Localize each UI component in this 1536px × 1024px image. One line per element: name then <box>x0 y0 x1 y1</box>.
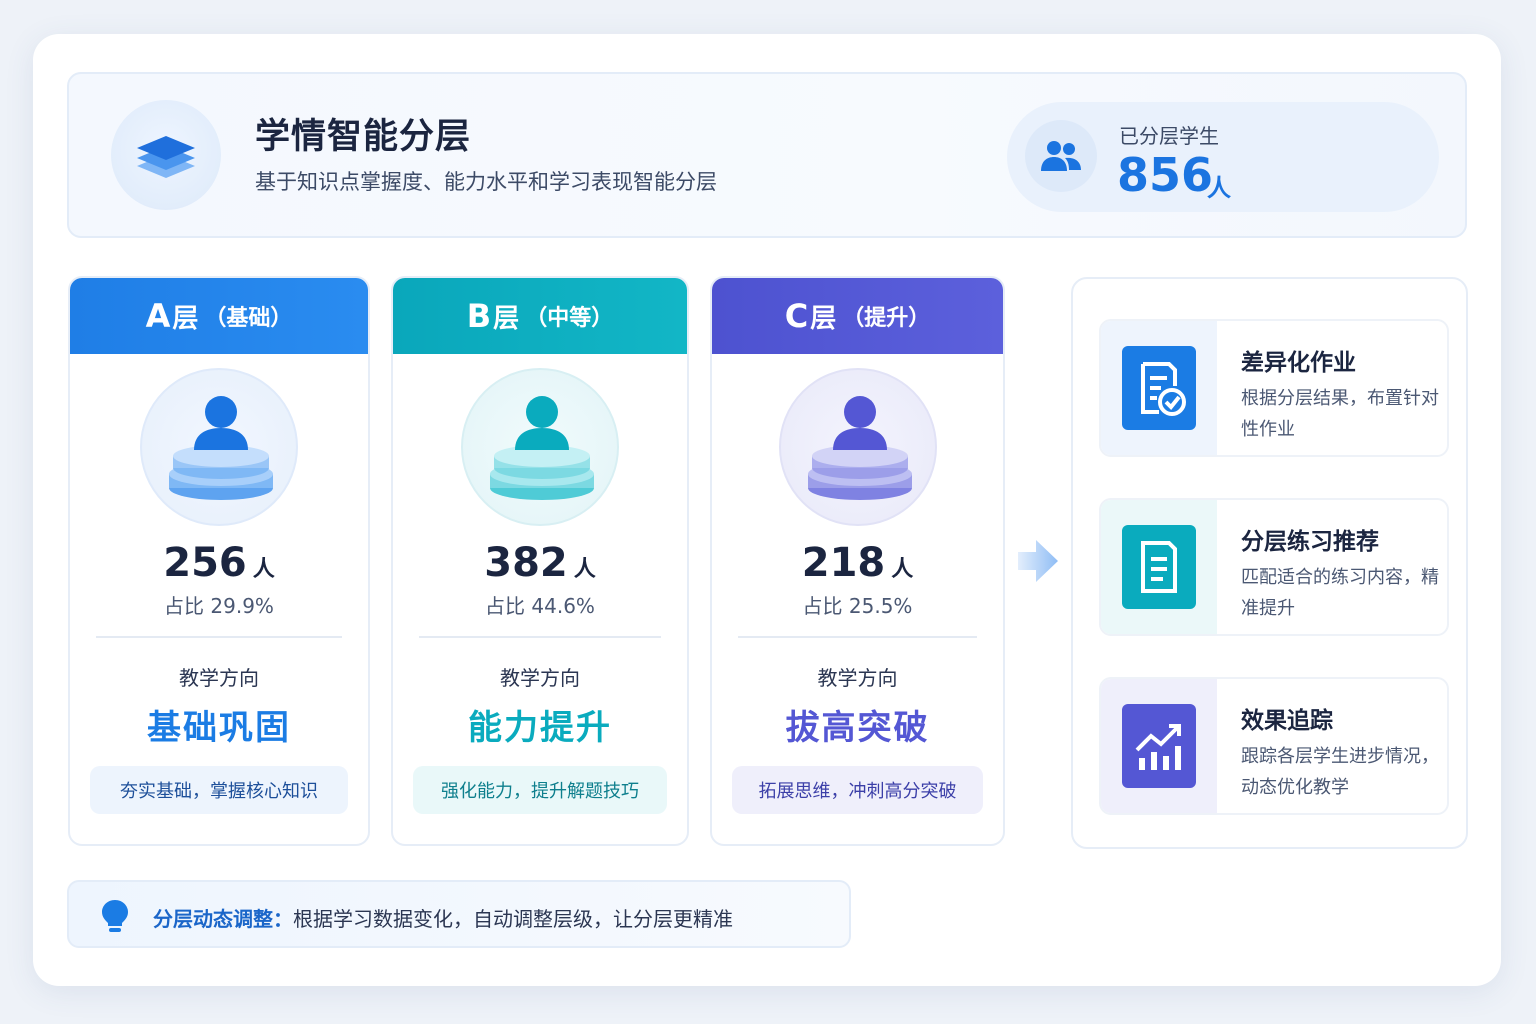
tier-count-row: 382 人 <box>393 540 687 586</box>
header-banner: 学情智能分层 基于知识点掌握度、能力水平和学习表现智能分层 已分层学生 856 … <box>67 72 1467 238</box>
document-list-icon <box>1122 525 1196 609</box>
tier-letter: C <box>784 297 809 335</box>
tier-card-c[interactable]: C 层 （提升） 218 人 占比 25.5% 教学方向 拔高突破 拓展思维，冲刺… <box>710 276 1005 846</box>
layers-icon <box>111 100 221 210</box>
divider <box>419 636 661 638</box>
tier-letter: A <box>145 297 171 335</box>
direction-label: 教学方向 <box>817 666 898 690</box>
direction-tag: 夯实基础，掌握核心知识 <box>90 766 348 814</box>
tier-count-unit: 人 <box>573 557 596 582</box>
feature-desc: 匹配适合的练习内容，精准提升 <box>1241 567 1439 619</box>
student-tier-icon <box>140 368 298 526</box>
page-title: 学情智能分层 <box>255 117 472 157</box>
users-icon <box>1025 120 1097 192</box>
arrow-right-icon <box>1016 538 1060 584</box>
tier-header: C 层 （提升） <box>712 278 1003 354</box>
divider <box>738 636 977 638</box>
tip-body: 根据学习数据变化，自动调整层级，让分层更精准 <box>293 907 733 931</box>
tier-level: （基础） <box>204 306 293 331</box>
divider <box>96 636 342 638</box>
tier-layer-label: 层 <box>172 303 199 334</box>
tip-title: 分层动态调整： <box>153 907 293 931</box>
tier-ratio: 占比 29.9% <box>164 594 274 618</box>
tier-count: 382 <box>484 540 568 586</box>
student-tier-icon <box>778 368 937 526</box>
tip-text: 分层动态调整：根据学习数据变化，自动调整层级，让分层更精准 <box>153 903 733 932</box>
direction-label: 教学方向 <box>179 666 259 690</box>
tier-ratio: 占比 25.5% <box>802 594 913 618</box>
feature-icon-bg <box>1101 321 1217 455</box>
feature-icon-bg <box>1101 679 1217 813</box>
direction-tag: 强化能力，提升解题技巧 <box>413 766 667 814</box>
tier-layer-label: 层 <box>810 303 837 334</box>
teaching-direction: 拔高突破 <box>785 708 930 748</box>
teaching-direction: 基础巩固 <box>147 708 291 748</box>
tier-count-row: 218 人 <box>712 540 1003 586</box>
tier-count: 256 <box>163 540 247 586</box>
page-subtitle: 基于知识点掌握度、能力水平和学习表现智能分层 <box>255 170 717 194</box>
feature-panel: 差异化作业 根据分层结果，布置针对性作业 分层练习推荐 匹配适合的练习内容，精准… <box>1071 277 1468 849</box>
feature-desc: 根据分层结果，布置针对性作业 <box>1241 388 1439 440</box>
tier-header: B 层 （中等） <box>393 278 687 354</box>
direction-tag: 拓展思维，冲刺高分突破 <box>732 766 983 814</box>
feature-effect-tracking[interactable]: 效果追踪 跟踪各层学生进步情况，动态优化教学 <box>1099 677 1449 815</box>
direction-label: 教学方向 <box>500 666 580 690</box>
feature-title: 效果追踪 <box>1241 708 1333 734</box>
tier-level: （提升） <box>842 306 931 331</box>
tier-count: 218 <box>801 540 886 586</box>
feature-icon-bg <box>1101 500 1217 634</box>
feature-title: 分层练习推荐 <box>1241 529 1379 555</box>
stat-label: 已分层学生 <box>1119 124 1219 148</box>
tier-level: （中等） <box>525 306 614 331</box>
stat-value: 856 <box>1117 148 1214 202</box>
tier-card-b[interactable]: B 层 （中等） 382 人 占比 44.6% 教学方向 能力提升 强化能力，提升… <box>391 276 689 846</box>
tier-header: A 层 （基础） <box>70 278 368 354</box>
tier-letter: B <box>466 297 492 335</box>
stat-total-students: 已分层学生 856 人 <box>1007 102 1439 212</box>
feature-tiered-practice[interactable]: 分层练习推荐 匹配适合的练习内容，精准提升 <box>1099 498 1449 636</box>
feature-desc: 跟踪各层学生进步情况，动态优化教学 <box>1241 746 1439 798</box>
assignment-check-icon <box>1122 346 1196 430</box>
tier-count-unit: 人 <box>891 557 914 582</box>
stat-unit: 人 <box>1207 174 1231 202</box>
tier-layer-label: 层 <box>493 303 520 334</box>
dynamic-adjust-tip: 分层动态调整：根据学习数据变化，自动调整层级，让分层更精准 <box>67 880 851 948</box>
lightbulb-icon <box>99 898 131 934</box>
feature-title: 差异化作业 <box>1241 350 1356 376</box>
tier-count-unit: 人 <box>252 557 275 582</box>
tier-ratio: 占比 44.6% <box>485 594 595 618</box>
trend-chart-icon <box>1122 704 1196 788</box>
tier-card-a[interactable]: A 层 （基础） 256 人 占比 29.9% 教学方向 基础巩固 夯实基础，掌握… <box>68 276 370 846</box>
feature-differentiated-homework[interactable]: 差异化作业 根据分层结果，布置针对性作业 <box>1099 319 1449 457</box>
student-tier-icon <box>461 368 619 526</box>
tier-count-row: 256 人 <box>70 540 368 586</box>
teaching-direction: 能力提升 <box>468 708 612 748</box>
